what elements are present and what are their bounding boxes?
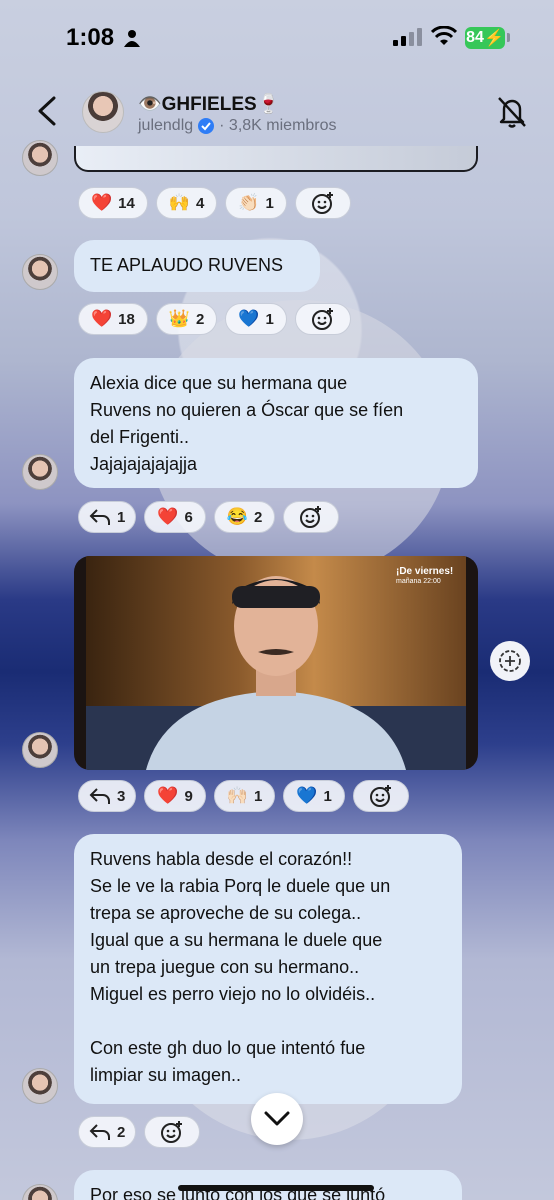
reaction-count: 1 — [265, 310, 274, 328]
battery-cap — [507, 33, 510, 42]
reply-arrow-icon — [89, 1124, 110, 1140]
share-icon — [499, 650, 521, 672]
sender-avatar[interactable] — [22, 1184, 58, 1200]
home-indicator[interactable] — [178, 1185, 374, 1191]
battery-indicator: 84 ⚡ — [465, 27, 505, 49]
wifi-icon — [431, 26, 457, 45]
add-reaction-icon — [311, 308, 333, 330]
video-person-illustration — [86, 576, 466, 770]
cellular-signal-icon — [393, 28, 422, 46]
sender-avatar[interactable] — [22, 254, 58, 290]
video-frame — [86, 556, 466, 770]
reaction-chip[interactable]: ❤️ 9 — [144, 780, 206, 812]
reaction-emoji: ❤️ — [91, 193, 113, 212]
sender-avatar[interactable] — [22, 1068, 58, 1104]
reaction-chip[interactable]: 💙 1 — [283, 780, 345, 812]
reaction-bar: 1 ❤️ 6 😂 2 — [78, 501, 340, 533]
reaction-count: 1 — [265, 194, 274, 212]
reply-count: 3 — [117, 787, 126, 805]
reaction-chip[interactable]: 😂 2 — [213, 501, 276, 533]
reaction-count: 6 — [184, 508, 193, 526]
message-bubble[interactable]: TE APLAUDO RUVENS — [74, 240, 320, 292]
reaction-count: 2 — [254, 508, 263, 526]
reaction-emoji: 😂 — [226, 507, 249, 526]
add-reaction-icon — [161, 1121, 183, 1143]
replies-button[interactable]: 1 — [78, 501, 137, 533]
video-overlay-label: ¡De viernes! — [396, 566, 454, 577]
message-bubble[interactable]: Ruvens habla desde el corazón!! Se le ve… — [74, 834, 462, 1104]
add-reaction-button[interactable] — [283, 501, 340, 533]
back-arrow-icon[interactable] — [36, 96, 58, 126]
reaction-chip[interactable]: ❤️ 18 — [78, 303, 148, 335]
replies-button[interactable]: 2 — [78, 1116, 137, 1148]
reaction-chip[interactable]: ❤️ 14 — [78, 187, 148, 219]
sender-avatar[interactable] — [22, 140, 58, 176]
reply-arrow-icon — [89, 788, 110, 804]
add-reaction-button[interactable] — [352, 780, 409, 812]
reaction-emoji: ❤️ — [91, 309, 113, 328]
channel-owner: julendlg — [138, 117, 194, 134]
channel-avatar[interactable] — [82, 91, 124, 133]
reaction-emoji: 🙌 — [168, 193, 191, 212]
reaction-emoji: ❤️ — [157, 786, 179, 805]
add-reaction-button[interactable] — [294, 187, 351, 219]
reaction-chip[interactable]: 👏🏻 1 — [225, 187, 287, 219]
reaction-emoji: 👑 — [168, 309, 191, 328]
share-button[interactable] — [490, 641, 530, 681]
reaction-count: 9 — [184, 787, 193, 805]
sender-avatar[interactable] — [22, 454, 58, 490]
reply-arrow-icon — [89, 509, 110, 525]
add-reaction-button[interactable] — [144, 1116, 201, 1148]
reaction-emoji: 🙌🏻 — [226, 786, 249, 805]
reaction-count: 1 — [254, 787, 263, 805]
reaction-emoji: 💙 — [296, 786, 318, 805]
add-reaction-icon — [311, 192, 333, 214]
reaction-count: 18 — [118, 310, 135, 328]
channel-name[interactable]: 👁️GHFIELES🍷 — [138, 92, 280, 116]
reaction-bar: ❤️ 14 🙌 4 👏🏻 1 — [78, 187, 351, 219]
reply-count: 1 — [117, 508, 126, 526]
reaction-chip[interactable]: ❤️ 6 — [144, 501, 206, 533]
reaction-chip[interactable]: 👑 2 — [155, 303, 218, 335]
reaction-count: 14 — [118, 194, 135, 212]
reaction-emoji: 👏🏻 — [238, 193, 260, 212]
verified-badge-icon — [198, 118, 215, 134]
channel-subtitle: julendlg · 3,8K miembros — [138, 117, 337, 135]
status-time: 1:08 — [66, 24, 115, 51]
add-reaction-button[interactable] — [294, 303, 351, 335]
reaction-bar: 3 ❤️ 9 🙌🏻 1 💙 1 — [78, 780, 409, 812]
sender-avatar[interactable] — [22, 732, 58, 768]
reaction-chip[interactable]: 🙌🏻 1 — [213, 780, 276, 812]
person-icon — [124, 30, 140, 47]
reaction-count: 2 — [196, 310, 205, 328]
reaction-emoji: 💙 — [238, 309, 260, 328]
reaction-count: 4 — [196, 194, 205, 212]
reaction-chip[interactable]: 🙌 4 — [155, 187, 218, 219]
status-bar: 1:08 84 ⚡ — [0, 0, 554, 78]
replies-button[interactable]: 3 — [78, 780, 137, 812]
scroll-to-bottom-button[interactable] — [251, 1093, 303, 1145]
add-reaction-icon — [300, 506, 322, 528]
reaction-count: 1 — [323, 787, 332, 805]
video-overlay-sub: mañana 22:00 — [396, 578, 441, 585]
reaction-bar: 2 — [78, 1116, 201, 1148]
chevron-down-icon — [264, 1111, 290, 1126]
battery-level: 84 — [466, 29, 484, 46]
bell-muted-icon[interactable] — [496, 95, 528, 129]
add-reaction-icon — [369, 785, 391, 807]
channel-header: 👁️GHFIELES🍷 julendlg · 3,8K miembros — [0, 80, 554, 146]
message-text: Alexia dice que su hermana que Ruvens no… — [90, 373, 404, 474]
member-count: · 3,8K miembros — [219, 117, 337, 134]
reply-count: 2 — [117, 1123, 126, 1141]
message-text: Ruvens habla desde el corazón!! Se le ve… — [90, 849, 391, 1085]
image-message[interactable] — [74, 146, 478, 172]
reaction-emoji: ❤️ — [157, 507, 179, 526]
reaction-chip[interactable]: 💙 1 — [225, 303, 287, 335]
message-bubble[interactable]: Alexia dice que su hermana que Ruvens no… — [74, 358, 478, 488]
message-text: TE APLAUDO RUVENS — [90, 255, 284, 275]
video-message[interactable]: ¡De viernes! mañana 22:00 — [74, 556, 478, 770]
reaction-bar: ❤️ 18 👑 2 💙 1 — [78, 303, 351, 335]
